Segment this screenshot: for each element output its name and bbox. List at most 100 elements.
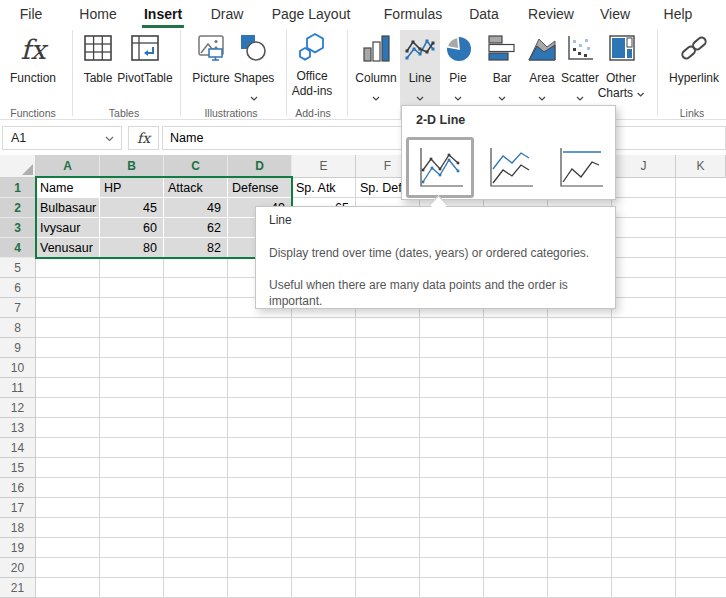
row-header-21[interactable]: 21 [0,578,36,598]
function-button[interactable]: Function [10,71,56,86]
scatter-chevron-icon[interactable] [576,87,584,105]
group-label-functions: Functions [10,107,56,119]
pie-chart-icon[interactable] [444,33,474,67]
row-header-16[interactable]: 16 [0,478,36,498]
formula-bar: A1 fx Name [0,120,726,155]
gallery-item-stacked-line[interactable] [476,137,544,198]
area-chart-button[interactable]: Area [529,71,554,86]
row-header-1[interactable]: 1 [0,178,36,198]
gallery-item-100-stacked-line[interactable] [546,137,614,198]
line-chart-dropdown: 2-D Line [401,105,616,200]
function-fx-icon[interactable]: fx [20,36,45,64]
row-header-13[interactable]: 13 [0,418,36,438]
bar-chevron-icon[interactable] [498,87,506,105]
group-divider [347,30,348,116]
group-label-illustrations: Illustrations [204,107,257,119]
pivottable-button[interactable]: PivotTable [117,71,172,86]
row-header-15[interactable]: 15 [0,458,36,478]
scatter-chart-button[interactable]: Scatter [561,71,599,86]
row-header-6[interactable]: 6 [0,278,36,298]
pie-chart-button[interactable]: Pie [449,71,466,86]
column-header-E[interactable]: E [292,155,356,178]
menu-bar: File Home Insert Draw Page Layout Formul… [0,0,726,28]
row-header-17[interactable]: 17 [0,498,36,518]
column-header-B[interactable]: B [100,155,164,178]
row-header-8[interactable]: 8 [0,318,36,338]
tooltip-title: Line [269,213,292,227]
tooltip: Line Display trend over time (dates, yea… [255,206,616,309]
menu-home[interactable]: Home [79,6,116,22]
pie-chevron-icon[interactable] [454,87,462,105]
ribbon: fx Function Functions Table PivotTable T… [0,28,726,120]
row-header-4[interactable]: 4 [0,238,36,258]
hyperlink-button[interactable]: Hyperlink [669,71,719,86]
column-header-J[interactable]: J [612,155,676,178]
line-chart-button[interactable]: Line [409,71,432,86]
tooltip-body-line2: Useful when there are many data points a… [269,277,599,309]
menu-help[interactable]: Help [664,6,693,22]
group-label-tables: Tables [109,107,139,119]
menu-data[interactable]: Data [469,6,499,22]
column-header-D[interactable]: D [228,155,292,178]
formula-value: Name [170,131,203,145]
column-chart-button[interactable]: Column [355,71,396,86]
name-box-value: A1 [11,131,26,145]
line-chart-icon[interactable] [404,34,436,66]
menu-view[interactable]: View [600,6,630,22]
column-header-K[interactable]: K [676,155,726,178]
other-charts-icon[interactable] [607,34,637,66]
menu-draw[interactable]: Draw [211,6,244,22]
row-header-2[interactable]: 2 [0,198,36,218]
menu-formulas[interactable]: Formulas [384,6,442,22]
table-icon[interactable] [82,32,114,68]
pivottable-icon[interactable] [129,32,161,68]
menu-page-layout[interactable]: Page Layout [272,6,351,22]
row-header-7[interactable]: 7 [0,298,36,318]
bar-chart-icon[interactable] [487,34,517,66]
row-header-20[interactable]: 20 [0,558,36,578]
shapes-button[interactable]: Shapes [234,71,275,86]
table-button[interactable]: Table [84,71,113,86]
bar-chart-button[interactable]: Bar [493,71,512,86]
menu-file[interactable]: File [20,6,43,22]
row-header-5[interactable]: 5 [0,258,36,278]
dropdown-section-title: 2-D Line [416,113,465,127]
name-box-chevron-icon[interactable] [105,136,114,142]
group-label-addins: Add-ins [295,107,331,119]
group-divider [657,30,658,116]
office-addins-icon[interactable] [295,32,329,68]
area-chart-icon[interactable] [527,34,557,66]
fx-button[interactable]: fx [128,126,159,150]
area-chevron-icon[interactable] [538,87,546,105]
column-header-A[interactable]: A [36,155,100,178]
row-header-9[interactable]: 9 [0,338,36,358]
row-header-12[interactable]: 12 [0,398,36,418]
corner-triangle-icon [22,164,33,175]
row-header-3[interactable]: 3 [0,218,36,238]
picture-icon[interactable] [196,32,228,68]
tooltip-body-line1: Display trend over time (dates, years) o… [269,246,589,260]
row-header-14[interactable]: 14 [0,438,36,458]
group-label-links: Links [680,107,705,119]
column-header-C[interactable]: C [164,155,228,178]
menu-review[interactable]: Review [528,6,574,22]
column-chevron-icon[interactable] [372,87,380,105]
column-chart-icon[interactable] [362,34,392,66]
picture-button[interactable]: Picture [192,71,229,86]
scatter-chart-icon[interactable] [565,34,595,66]
row-header-18[interactable]: 18 [0,518,36,538]
shapes-chevron-icon[interactable] [250,87,258,105]
menu-insert[interactable]: Insert [144,6,182,22]
row-header-19[interactable]: 19 [0,538,36,558]
office-addins-button[interactable]: Office Add-ins [287,69,337,99]
row-header-10[interactable]: 10 [0,358,36,378]
other-charts-button[interactable]: OtherCharts [598,71,645,101]
row-header-11[interactable]: 11 [0,378,36,398]
hyperlink-icon[interactable] [678,32,710,68]
gallery-item-line[interactable] [406,137,474,198]
line-chevron-icon[interactable] [416,87,424,105]
name-box[interactable]: A1 [2,126,122,150]
select-all-corner[interactable] [0,155,36,178]
cell-E1[interactable]: Sp. Atk [292,178,356,198]
shapes-icon[interactable] [237,32,269,68]
